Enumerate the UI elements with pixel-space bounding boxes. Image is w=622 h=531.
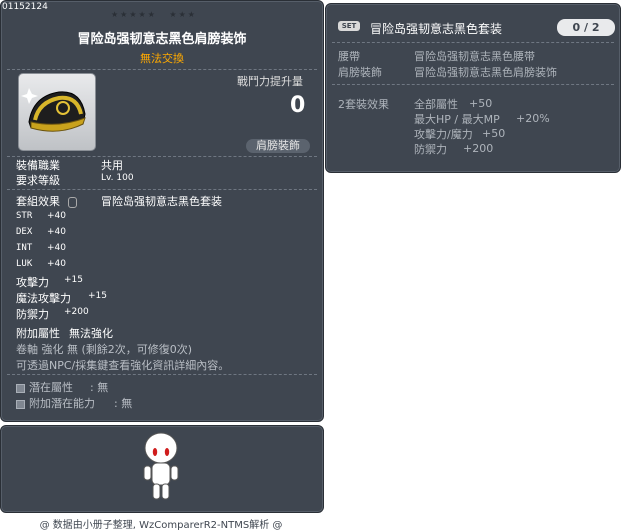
set-part-name-shoulder: 冒险岛强韧意志黑色肩膀装饰 [414, 66, 557, 79]
stat-name-magic-attack: 魔法攻擊力 [16, 292, 71, 305]
set-effect-value-defense: +200 [463, 142, 494, 155]
divider [7, 374, 317, 375]
stat-value-defense: +200 [64, 307, 89, 317]
set-badge: SET [338, 21, 360, 31]
set-effect-tier-label: 2套裝效果 [338, 98, 389, 111]
set-effect-name-all-stats: 全部屬性 [414, 98, 458, 111]
stat-name-str: STR [16, 211, 33, 221]
level-label: 要求等級 [16, 174, 60, 187]
stat-value-str: +40 [47, 211, 66, 221]
set-part-slot-shoulder: 肩膀裝飾 [338, 66, 382, 79]
set-effect-label: 套組效果 [16, 193, 77, 209]
additional-potential-label: 附加潛在能力 [29, 397, 95, 410]
slot-tag: 肩膀裝飾 [246, 139, 310, 153]
set-part-slot-belt: 腰帶 [338, 50, 360, 63]
additional-potential-value-row: : 無 [114, 397, 133, 410]
divider [332, 42, 614, 43]
potential-bullet-icon [16, 383, 25, 393]
star-group-1: ★★★★★ [111, 10, 157, 19]
character-preview [0, 425, 324, 513]
potential-value: 無 [97, 381, 109, 394]
stat-value-int: +40 [47, 243, 66, 253]
stat-name-attack: 攻擊力 [16, 276, 49, 289]
divider [7, 69, 317, 70]
divider [7, 189, 317, 190]
level-value: Lv. 100 [101, 173, 134, 183]
set-effect-text: 套組效果 [16, 195, 60, 208]
stat-name-dex: DEX [16, 227, 33, 237]
additional-potential-row: 附加潛在能力 [16, 395, 95, 411]
star-force: ★★★★★ ★★★ [111, 10, 205, 19]
scroll-upgrade-line: 卷軸 強化 無 (剩餘2次，可修復0次) [16, 343, 193, 356]
set-tooltip: SET 冒险岛强韧意志黑色套装 0 / 2 腰帶 冒险岛强韧意志黑色腰带 肩膀裝… [325, 3, 621, 173]
stat-value-attack: +15 [64, 275, 83, 285]
item-icon [18, 73, 96, 151]
shoulder-armor-icon [21, 88, 86, 132]
divider [332, 84, 614, 85]
power-label: 戰鬥力提升量 [237, 75, 303, 88]
item-tooltip: 01152124 ★★★★★ ★★★ 冒险岛强韧意志黑色肩膀装饰 無法交換 戰鬥… [0, 0, 324, 422]
untradable-label: 無法交換 [140, 52, 184, 65]
additional-potential-value: 無 [121, 397, 133, 410]
item-id: 01152124 [2, 2, 48, 12]
stat-value-dex: +40 [47, 227, 66, 237]
potential-row: 潛在屬性 [16, 379, 73, 395]
potential-value-row: : 無 [90, 381, 109, 394]
power-value: 0 [290, 93, 306, 118]
item-title: 冒险岛强韧意志黑色肩膀装饰 [77, 32, 247, 47]
set-name: 冒险岛强韧意志黑色套装 [370, 22, 503, 36]
set-count: 0 / 2 [557, 19, 615, 36]
set-effect-name-attack-magic: 攻擊力/魔力 [414, 128, 473, 141]
set-effect-name-hp-mp: 最大HP / 最大MP [414, 113, 500, 126]
extra-attribute-label: 附加屬性 [16, 327, 60, 340]
potential-label: 潛在屬性 [29, 381, 73, 394]
set-part-name-belt: 冒险岛强韧意志黑色腰带 [414, 50, 535, 63]
job-row: 裝備職業 [16, 157, 60, 173]
set-effect-value-hp-mp: +20% [516, 112, 550, 125]
star-group-2: ★★★ [169, 10, 197, 19]
stat-name-defense: 防禦力 [16, 308, 49, 321]
npc-info-line: 可透過NPC/採集鍵查看強化資訊詳細內容。 [16, 359, 230, 372]
job-value: 共用 [101, 159, 123, 172]
lock-icon [67, 196, 77, 208]
footer-credit: @ 数据由小册子整理, WzComparerR2-NTMS解析 @ [39, 520, 283, 531]
stat-name-int: INT [16, 243, 33, 253]
extra-attribute-value: 無法強化 [69, 327, 113, 340]
stat-value-magic-attack: +15 [88, 291, 107, 301]
stat-value-luk: +40 [47, 259, 66, 269]
stat-name-luk: LUK [16, 259, 33, 269]
job-label: 裝備職業 [16, 159, 60, 172]
set-effect-name-defense: 防禦力 [414, 143, 447, 156]
character-avatar-icon [143, 432, 179, 500]
set-effect-name: 冒险岛强韧意志黑色套装 [101, 195, 222, 208]
additional-potential-bullet-icon [16, 399, 25, 409]
set-effect-value-all-stats: +50 [469, 97, 493, 110]
set-effect-value-attack-magic: +50 [482, 127, 506, 140]
